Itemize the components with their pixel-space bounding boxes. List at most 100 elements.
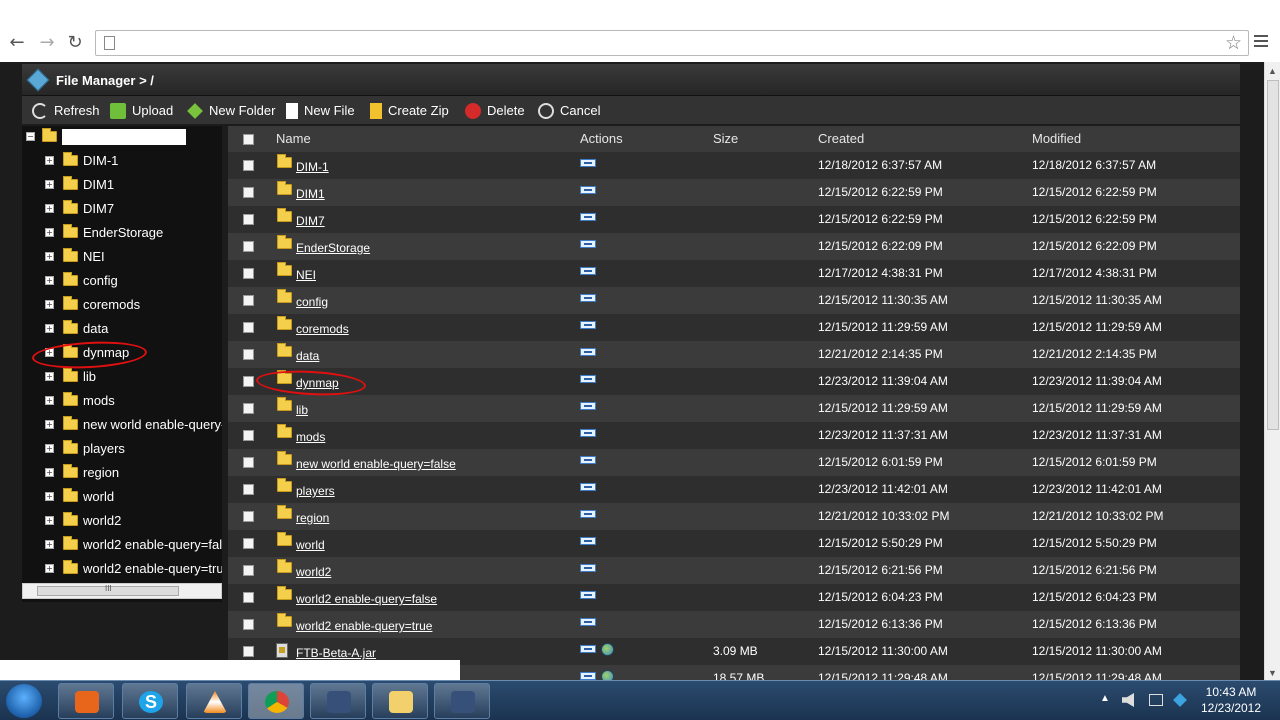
table-row[interactable]: data 12/21/2012 2:14:35 PM 12/21/2012 2:14… (228, 341, 1240, 368)
expand-icon[interactable]: + (45, 372, 54, 381)
file-name-link[interactable]: data (296, 343, 319, 370)
tree-item[interactable]: + world2 enable-query=fal (22, 534, 222, 556)
rename-action-icon[interactable] (580, 483, 596, 491)
forward-icon[interactable]: → (36, 32, 58, 54)
upload-button[interactable]: Upload (110, 101, 173, 121)
address-bar[interactable]: ☆ (95, 30, 1249, 56)
file-name-link[interactable]: players (296, 478, 335, 505)
rename-action-icon[interactable] (580, 537, 596, 545)
row-checkbox[interactable] (243, 592, 254, 603)
column-modified[interactable]: Modified (1032, 126, 1081, 152)
expand-icon[interactable]: + (45, 324, 54, 333)
rename-action-icon[interactable] (580, 645, 596, 653)
expand-icon[interactable]: + (45, 180, 54, 189)
create-zip-button[interactable]: Create Zip (370, 101, 449, 121)
file-name-link[interactable]: new world enable-query=false (296, 451, 456, 478)
tree-item[interactable]: + new world enable-query- (22, 414, 222, 436)
tree-item[interactable]: + DIM-1 (22, 150, 222, 172)
tree-item[interactable]: + players (22, 438, 222, 460)
expand-icon[interactable]: + (45, 444, 54, 453)
taskbar-app-1[interactable] (310, 683, 366, 719)
tree-item[interactable]: + world2 (22, 510, 222, 532)
column-created[interactable]: Created (818, 126, 864, 152)
tree-root[interactable]: − (22, 126, 222, 148)
file-name-link[interactable]: config (296, 289, 328, 316)
download-globe-icon[interactable] (601, 670, 614, 680)
table-row[interactable]: NEI 12/17/2012 4:38:31 PM 12/17/2012 4:38:… (228, 260, 1240, 287)
expand-icon[interactable]: + (45, 564, 54, 573)
start-button[interactable] (6, 684, 42, 718)
rename-action-icon[interactable] (580, 375, 596, 383)
tree-item[interactable]: + mods (22, 390, 222, 412)
collapse-icon[interactable]: − (26, 132, 35, 141)
expand-icon[interactable]: + (45, 396, 54, 405)
page-scroll-thumb[interactable] (1267, 80, 1279, 430)
row-checkbox[interactable] (243, 457, 254, 468)
select-all-checkbox[interactable] (243, 134, 254, 145)
row-checkbox[interactable] (243, 376, 254, 387)
row-checkbox[interactable] (243, 295, 254, 306)
tree-item[interactable]: + lib (22, 366, 222, 388)
table-row[interactable]: lib 12/15/2012 11:29:59 AM 12/15/2012 11:2… (228, 395, 1240, 422)
tree-item[interactable]: + world (22, 486, 222, 508)
reload-icon[interactable]: ↻ (64, 32, 86, 54)
file-name-link[interactable]: world2 enable-query=false (296, 586, 437, 613)
row-checkbox[interactable] (243, 484, 254, 495)
rename-action-icon[interactable] (580, 456, 596, 464)
expand-icon[interactable]: + (45, 252, 54, 261)
row-checkbox[interactable] (243, 430, 254, 441)
tree-item[interactable]: + DIM1 (22, 174, 222, 196)
bookmark-star-icon[interactable]: ☆ (1225, 32, 1242, 54)
table-row[interactable]: region 12/21/2012 10:33:02 PM 12/21/2012 1… (228, 503, 1240, 530)
taskbar-skype[interactable]: S (122, 683, 178, 719)
rename-action-icon[interactable] (580, 267, 596, 275)
tree-item[interactable]: + coremods (22, 294, 222, 316)
row-checkbox[interactable] (243, 511, 254, 522)
expand-icon[interactable]: + (45, 276, 54, 285)
scroll-up-icon[interactable]: ▲ (1268, 66, 1277, 76)
rename-action-icon[interactable] (580, 564, 596, 572)
new-folder-button[interactable]: New Folder (187, 101, 275, 121)
expand-icon[interactable]: + (45, 468, 54, 477)
table-row[interactable]: new world enable-query=false 12/15/2012 6… (228, 449, 1240, 476)
table-row[interactable]: mods 12/23/2012 11:37:31 AM 12/23/2012 11:… (228, 422, 1240, 449)
row-checkbox[interactable] (243, 160, 254, 171)
expand-icon[interactable]: + (45, 156, 54, 165)
rename-action-icon[interactable] (580, 213, 596, 221)
table-row[interactable]: world2 enable-query=true 12/15/2012 6:13:… (228, 611, 1240, 638)
rename-action-icon[interactable] (580, 402, 596, 410)
table-row[interactable]: world 12/15/2012 5:50:29 PM 12/15/2012 5:5… (228, 530, 1240, 557)
row-checkbox[interactable] (243, 241, 254, 252)
delete-button[interactable]: Delete (465, 101, 525, 121)
file-name-link[interactable]: world (296, 532, 325, 559)
table-row[interactable]: DIM-1 12/18/2012 6:37:57 AM 12/18/2012 6:3… (228, 152, 1240, 179)
file-name-link[interactable]: DIM7 (296, 208, 325, 235)
rename-action-icon[interactable] (580, 240, 596, 248)
table-row[interactable]: DIM7 12/15/2012 6:22:59 PM 12/15/2012 6:22… (228, 206, 1240, 233)
rename-action-icon[interactable] (580, 321, 596, 329)
file-name-link[interactable]: EnderStorage (296, 235, 370, 262)
file-name-link[interactable]: mods (296, 424, 325, 451)
tree-item[interactable]: + region (22, 462, 222, 484)
expand-icon[interactable]: + (45, 492, 54, 501)
dropbox-icon[interactable] (1173, 693, 1187, 707)
volume-icon[interactable] (1122, 693, 1134, 707)
taskbar-explorer[interactable] (372, 683, 428, 719)
rename-action-icon[interactable] (580, 429, 596, 437)
rename-action-icon[interactable] (580, 672, 596, 680)
row-checkbox[interactable] (243, 322, 254, 333)
file-name-link[interactable]: DIM-1 (296, 154, 329, 181)
row-checkbox[interactable] (243, 403, 254, 414)
rename-action-icon[interactable] (580, 618, 596, 626)
rename-action-icon[interactable] (580, 159, 596, 167)
tree-item[interactable]: + NEI (22, 246, 222, 268)
expand-icon[interactable]: + (45, 516, 54, 525)
row-checkbox[interactable] (243, 214, 254, 225)
table-row[interactable]: coremods 12/15/2012 11:29:59 AM 12/15/2012… (228, 314, 1240, 341)
tree-item[interactable]: + data (22, 318, 222, 340)
table-row[interactable]: world2 enable-query=false 12/15/2012 6:04… (228, 584, 1240, 611)
scroll-down-icon[interactable]: ▼ (1268, 668, 1277, 678)
new-file-button[interactable]: New File (286, 101, 355, 121)
tree-item[interactable]: + config (22, 270, 222, 292)
network-icon[interactable] (1149, 694, 1163, 706)
